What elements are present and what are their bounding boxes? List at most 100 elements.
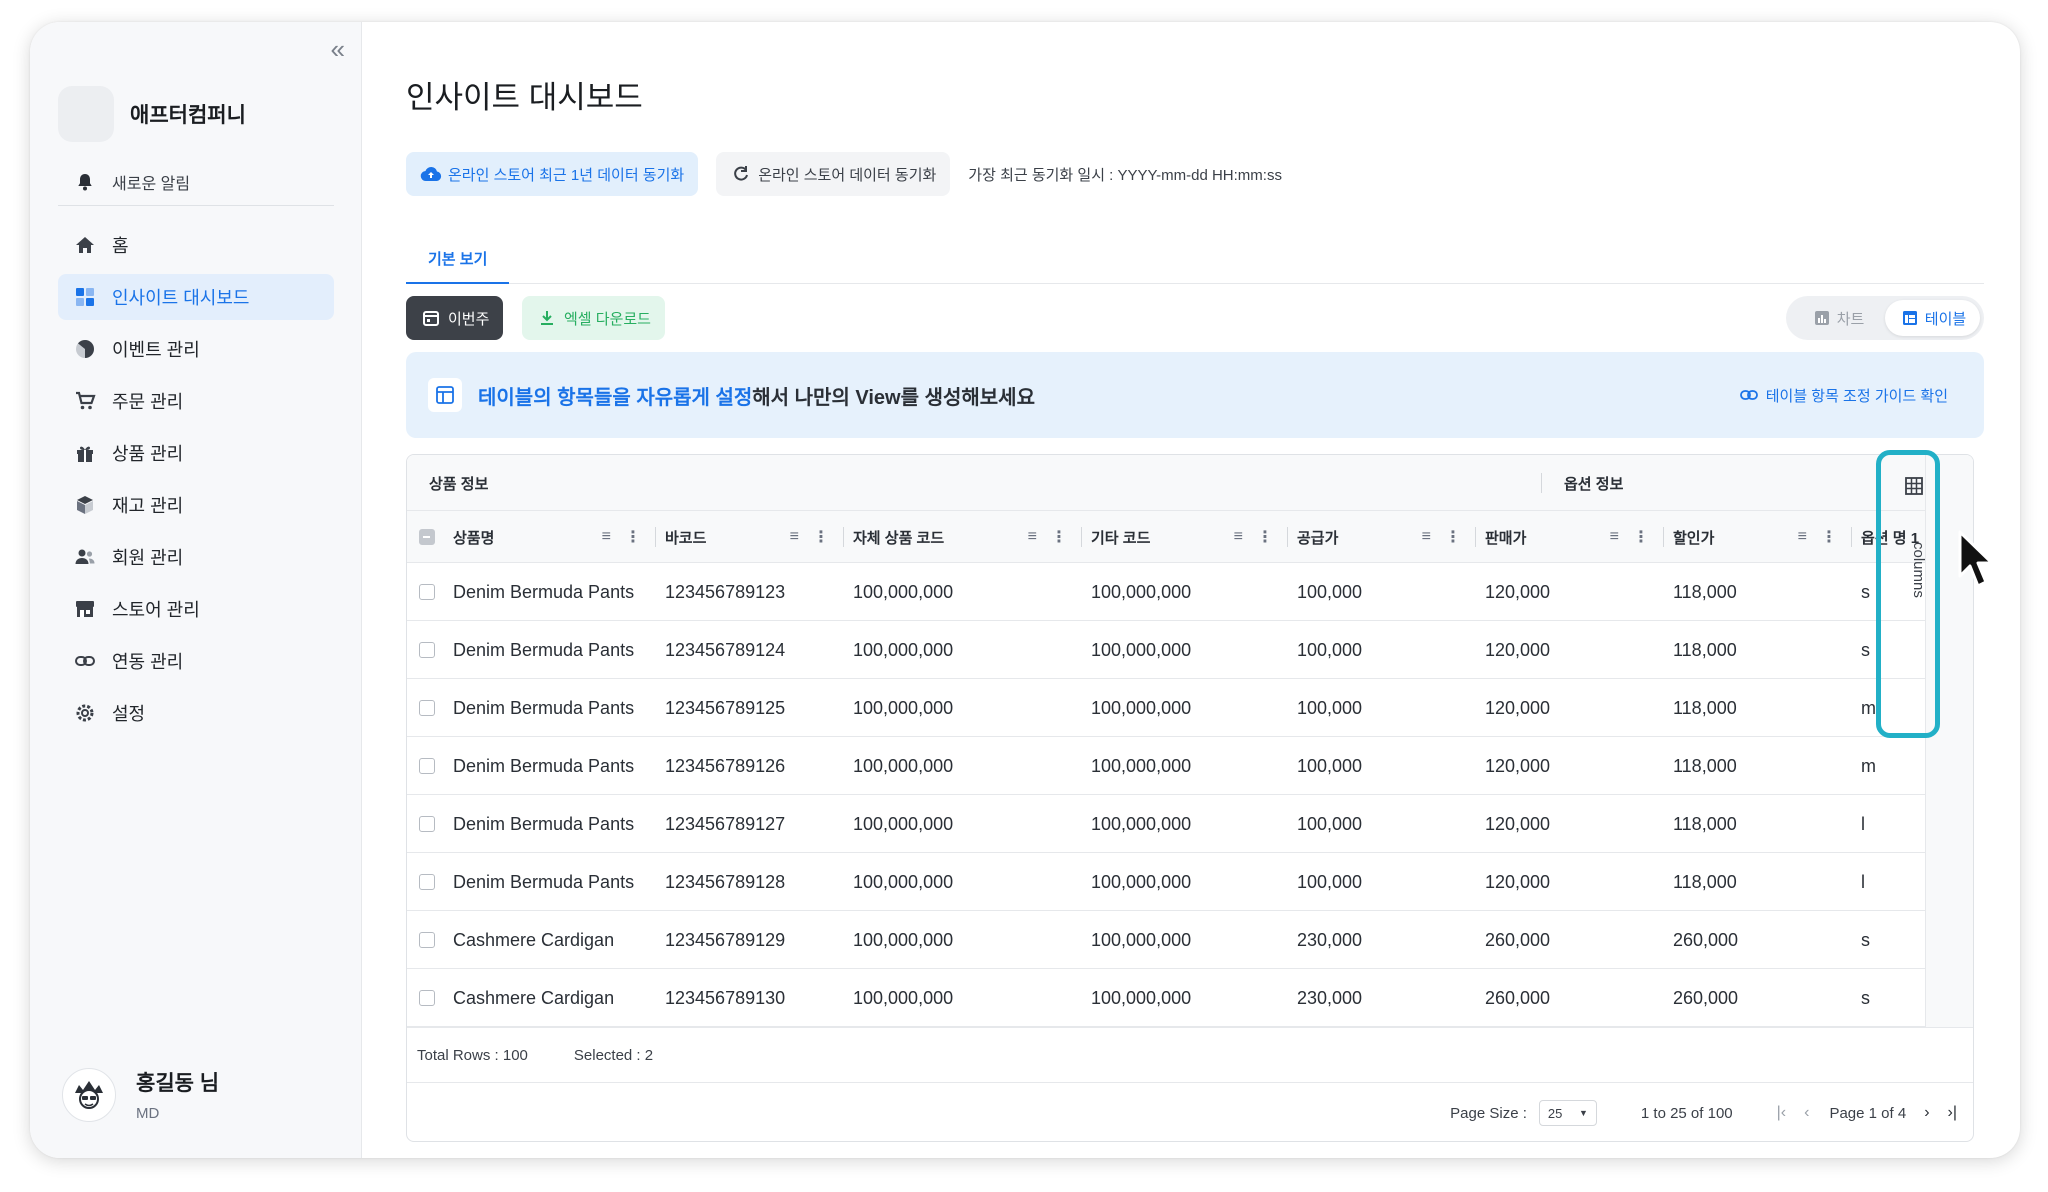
table-row[interactable]: Denim Bermuda Pants 123456789127 100,000,0… (407, 795, 1925, 853)
column-header-discount-price[interactable]: 할인가 ≡ ⋮ (1663, 511, 1851, 563)
cell-other-code: 100,000,000 (1091, 871, 1192, 892)
dashboard-icon (74, 286, 96, 308)
table-row[interactable]: Cashmere Cardigan 123456789129 100,000,000… (407, 911, 1925, 969)
cell-option-name-1: s (1861, 987, 1870, 1008)
cell-sale-price: 120,000 (1485, 755, 1551, 776)
sidebar-item-stores[interactable]: 스토어 관리 (58, 586, 334, 632)
row-checkbox[interactable] (419, 874, 435, 890)
sidebar-item-orders[interactable]: 주문 관리 (58, 378, 334, 424)
guide-link[interactable]: 테이블 항목 조정 가이드 확인 (1738, 352, 1948, 438)
layout-icon (428, 378, 462, 412)
page-size-select[interactable]: 25 ▼ (1538, 1100, 1597, 1126)
column-header-sale-price[interactable]: 판매가 ≡ ⋮ (1475, 511, 1663, 563)
row-checkbox[interactable] (419, 584, 435, 600)
sidebar-item-integrations[interactable]: 연동 관리 (58, 638, 334, 684)
chart-view-toggle[interactable]: 차트 (1790, 300, 1885, 336)
table-row[interactable]: Denim Bermuda Pants 123456789126 100,000,0… (407, 737, 1925, 795)
cell-own-code: 100,000,000 (853, 813, 954, 834)
sidebar-item-home[interactable]: 홈 (58, 222, 334, 268)
filter-icon[interactable]: ≡ (790, 528, 799, 546)
prev-page-icon[interactable]: ‹ (1804, 1104, 1809, 1122)
avatar-icon (75, 1080, 103, 1109)
column-header-label: 상품명 (453, 529, 495, 547)
column-header-product-name[interactable]: 상품명 ≡ ⋮ (443, 511, 655, 563)
sidebar-item-events[interactable]: 이벤트 관리 (58, 326, 334, 372)
column-header-barcode[interactable]: 바코드 ≡ ⋮ (655, 511, 843, 563)
table-row[interactable]: Denim Bermuda Pants 123456789123 100,000,0… (407, 563, 1925, 621)
sidebar-item-label: 회원 관리 (112, 548, 184, 568)
row-checkbox[interactable] (419, 642, 435, 658)
sidebar-item-label: 연동 관리 (112, 652, 184, 672)
notification-item[interactable]: 새로운 알림 (58, 158, 334, 206)
table-row[interactable]: Denim Bermuda Pants 123456789124 100,000,0… (407, 621, 1925, 679)
more-vertical-icon[interactable]: ⋮ (1257, 527, 1273, 547)
collapse-sidebar-icon[interactable]: « (331, 36, 345, 62)
sidebar-item-inventory[interactable]: 재고 관리 (58, 482, 334, 528)
more-vertical-icon[interactable]: ⋮ (1051, 527, 1067, 547)
excel-download-button[interactable]: 엑셀 다운로드 (522, 296, 665, 340)
page-indicator: Page 1 of 4 (1829, 1104, 1907, 1122)
sidebar-item-settings[interactable]: 설정 (58, 690, 334, 736)
cell-product-name: Cashmere Cardigan (453, 987, 615, 1008)
filter-icon[interactable]: ≡ (1422, 528, 1431, 546)
caret-down-icon: ▼ (1578, 1108, 1588, 1118)
sidebar-item-label: 설정 (112, 704, 146, 724)
row-checkbox[interactable] (419, 758, 435, 774)
row-checkbox[interactable] (419, 700, 435, 716)
this-week-button[interactable]: 이번주 (406, 296, 504, 340)
column-header-other-code[interactable]: 기타 코드 ≡ ⋮ (1081, 511, 1287, 563)
sync-button[interactable]: 온라인 스토어 데이터 동기화 (716, 152, 951, 196)
table-row[interactable]: Denim Bermuda Pants 123456789128 100,000,0… (407, 853, 1925, 911)
cell-other-code: 100,000,000 (1091, 987, 1192, 1008)
sidebar-item-members[interactable]: 회원 관리 (58, 534, 334, 580)
filter-icon[interactable]: ≡ (602, 528, 611, 546)
table-row[interactable]: Cashmere Cardigan 123456789130 100,000,000… (407, 969, 1925, 1027)
cell-supply-price: 100,000 (1297, 581, 1363, 602)
sidebar-item-products[interactable]: 상품 관리 (58, 430, 334, 476)
row-checkbox-cell (419, 853, 435, 911)
column-group-row: 상품 정보 옵션 정보 (407, 455, 1973, 511)
page-title: 인사이트 대시보드 (406, 80, 643, 115)
row-checkbox[interactable] (419, 932, 435, 948)
cell-discount-price: 118,000 (1673, 813, 1737, 834)
columns-panel-label[interactable]: columns (1887, 542, 1927, 598)
box-icon (74, 494, 96, 516)
table-row[interactable]: Denim Bermuda Pants 123456789125 100,000,0… (407, 679, 1925, 737)
first-page-icon[interactable]: |‹ (1777, 1104, 1786, 1122)
cell-option-name-1: m (1861, 755, 1876, 776)
cell-barcode: 123456789130 (665, 987, 786, 1008)
filter-icon[interactable]: ≡ (1798, 528, 1807, 546)
cell-supply-price: 100,000 (1297, 639, 1363, 660)
more-vertical-icon[interactable]: ⋮ (1633, 527, 1649, 547)
cell-product-name: Denim Bermuda Pants (453, 871, 635, 892)
grid-icon[interactable] (1905, 477, 1923, 500)
select-all-checkbox[interactable] (419, 529, 435, 545)
tab-default-view[interactable]: 기본 보기 (406, 234, 510, 284)
column-header-own-code[interactable]: 자체 상품 코드 ≡ ⋮ (843, 511, 1081, 563)
bell-icon (74, 171, 96, 193)
more-vertical-icon[interactable]: ⋮ (813, 527, 829, 547)
filter-icon[interactable]: ≡ (1028, 528, 1037, 546)
cell-product-name: Denim Bermuda Pants (453, 755, 635, 776)
more-vertical-icon[interactable]: ⋮ (625, 527, 641, 547)
next-page-icon[interactable]: › (1924, 1104, 1929, 1122)
cell-supply-price: 100,000 (1297, 813, 1363, 834)
filter-icon[interactable]: ≡ (1610, 528, 1619, 546)
table-view-toggle[interactable]: 테이블 (1885, 300, 1980, 336)
pie-chart-icon (74, 338, 96, 360)
sidebar-item-insight-dashboard[interactable]: 인사이트 대시보드 (58, 274, 334, 320)
user-profile[interactable]: 홍길동 님 MD (62, 1067, 219, 1122)
home-icon (74, 234, 96, 256)
row-checkbox[interactable] (419, 816, 435, 832)
more-vertical-icon[interactable]: ⋮ (1821, 527, 1837, 547)
cell-other-code: 100,000,000 (1091, 639, 1192, 660)
last-page-icon[interactable]: ›| (1948, 1104, 1957, 1122)
sync-1year-button[interactable]: 온라인 스토어 최근 1년 데이터 동기화 (406, 152, 699, 196)
row-checkbox-cell (419, 969, 435, 1027)
cell-product-name: Denim Bermuda Pants (453, 639, 635, 660)
column-header-supply-price[interactable]: 공급가 ≡ ⋮ (1287, 511, 1475, 563)
cell-barcode: 123456789124 (665, 639, 786, 660)
filter-icon[interactable]: ≡ (1234, 528, 1243, 546)
more-vertical-icon[interactable]: ⋮ (1445, 527, 1461, 547)
row-checkbox[interactable] (419, 990, 435, 1006)
